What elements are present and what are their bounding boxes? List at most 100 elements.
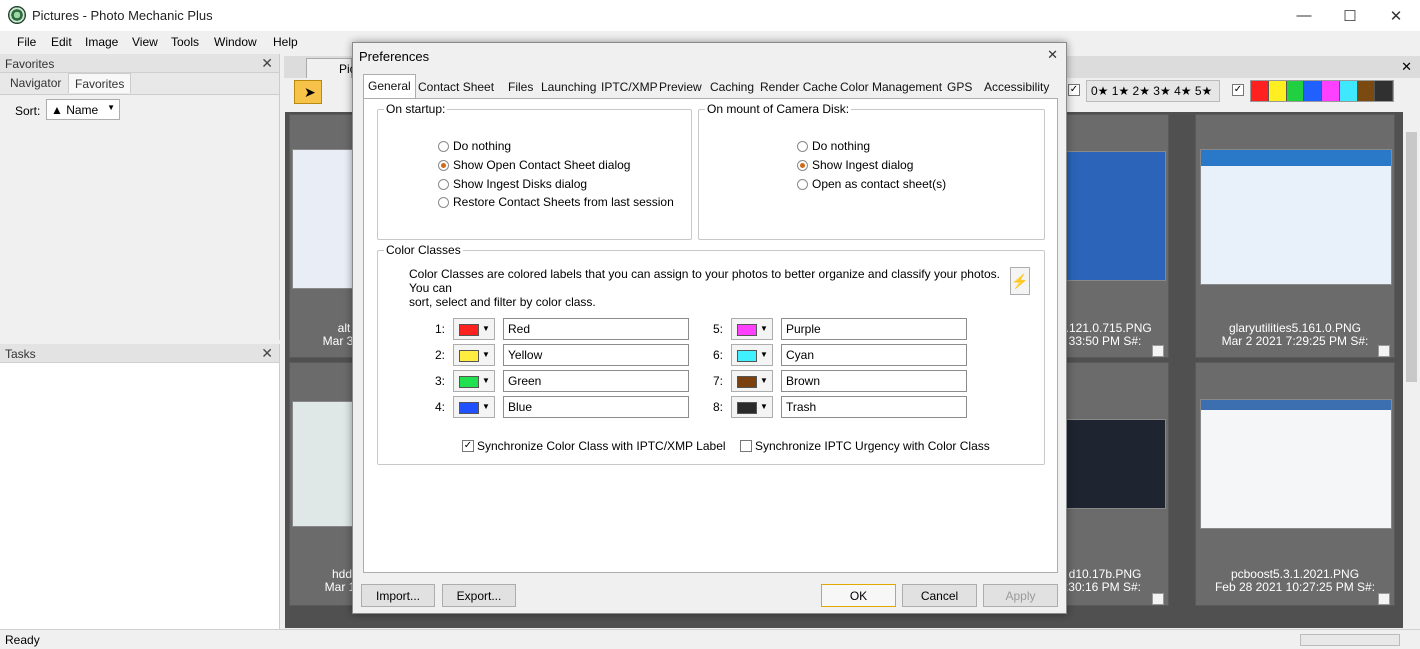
export-button[interactable]: Export...	[442, 584, 516, 607]
color-class-name-input[interactable]: Yellow	[503, 344, 689, 366]
tab-contact-sheet[interactable]: Contact Sheet	[418, 80, 494, 94]
sort-label: Sort:	[15, 104, 41, 118]
color-filter-checkbox[interactable]: ✓	[1232, 84, 1244, 96]
general-tab-pane: On startup: Do nothing Show Open Contact…	[363, 98, 1058, 573]
thumbnail-tag-checkbox[interactable]	[1152, 345, 1164, 357]
thumbnail-image	[1200, 399, 1392, 529]
tab-render-cache[interactable]: Render Cache	[760, 80, 837, 94]
tab-navigator[interactable]: Navigator	[4, 73, 67, 93]
sync-iptc-urgency-checkbox[interactable]: Synchronize IPTC Urgency with Color Clas…	[740, 439, 990, 453]
lightning-icon[interactable]: ⚡	[1010, 267, 1030, 295]
tab-accessibility[interactable]: Accessibility	[984, 80, 1049, 94]
tab-color-management[interactable]: Color Management	[840, 80, 942, 94]
color-class-name-input[interactable]: Cyan	[781, 344, 967, 366]
thumbnail-date: Mar 2 2021 7:29:25 PM S#:	[1221, 334, 1369, 348]
select-tool-button[interactable]: ➤	[294, 80, 322, 104]
thumbnail-cell[interactable]: hdd Mar 1	[289, 362, 359, 606]
ok-button[interactable]: OK	[821, 584, 896, 607]
star-filter-checkbox[interactable]: ✓	[1068, 84, 1080, 96]
color-filter-swatch[interactable]	[1375, 81, 1393, 101]
color-picker-button[interactable]: ▼	[731, 396, 773, 418]
menu-window[interactable]: Window	[214, 35, 257, 49]
star-rating-filter[interactable]: 0★ 1★ 2★ 3★ 4★ 5★	[1086, 80, 1220, 102]
color-picker-button[interactable]: ▼	[453, 370, 495, 392]
thumbnail-tag-checkbox[interactable]	[1378, 345, 1390, 357]
thumbnail-date: 33:50 PM S#:	[1068, 334, 1142, 348]
sort-select[interactable]: ▲ Name ▼	[46, 99, 120, 120]
apply-button[interactable]: Apply	[983, 584, 1058, 607]
startup-do-nothing-radio[interactable]: Do nothing	[438, 139, 511, 153]
mount-do-nothing-radio[interactable]: Do nothing	[797, 139, 870, 153]
sync-iptc-label-checkbox[interactable]: ✓ Synchronize Color Class with IPTC/XMP …	[462, 439, 726, 453]
import-button[interactable]: Import...	[361, 584, 435, 607]
color-filter-swatch[interactable]	[1322, 81, 1340, 101]
tab-preview[interactable]: Preview	[659, 80, 702, 94]
dropdown-arrow-icon: ▼	[760, 324, 768, 333]
color-filter-swatch[interactable]	[1268, 81, 1287, 101]
menu-image[interactable]: Image	[85, 35, 118, 49]
menu-view[interactable]: View	[132, 35, 158, 49]
thumbnail-cell[interactable]: pcboost5.3.1.2021.PNG Feb 28 2021 10:27:…	[1195, 362, 1395, 606]
menu-tools[interactable]: Tools	[171, 35, 199, 49]
color-filter-swatch[interactable]	[1339, 81, 1358, 101]
color-filter-swatch[interactable]	[1286, 81, 1305, 101]
startup-open-contact-sheet-radio[interactable]: Show Open Contact Sheet dialog	[438, 158, 630, 172]
color-class-filter[interactable]	[1250, 80, 1394, 102]
startup-group: On startup: Do nothing Show Open Contact…	[377, 102, 692, 240]
close-icon[interactable]: ✕	[261, 345, 273, 362]
thumbnail-date: Feb 28 2021 10:27:25 PM S#:	[1214, 580, 1376, 594]
tab-iptc-xmp[interactable]: IPTC/XMP	[601, 80, 658, 94]
color-class-row-2: 2: ▼ Yellow	[425, 344, 689, 366]
thumbnail-tag-checkbox[interactable]	[1378, 593, 1390, 605]
maximize-button[interactable]: ☐	[1327, 0, 1373, 31]
color-class-name-input[interactable]: Brown	[781, 370, 967, 392]
color-picker-button[interactable]: ▼	[731, 318, 773, 340]
color-picker-button[interactable]: ▼	[453, 318, 495, 340]
cancel-button[interactable]: Cancel	[902, 584, 977, 607]
close-icon[interactable]: ✕	[1401, 59, 1412, 75]
color-picker-button[interactable]: ▼	[731, 370, 773, 392]
minimize-button[interactable]: —	[1281, 0, 1327, 31]
color-swatch	[459, 402, 479, 414]
color-class-name-input[interactable]: Red	[503, 318, 689, 340]
color-filter-swatch[interactable]	[1251, 81, 1269, 101]
cursor-icon: ➤	[304, 84, 316, 100]
tab-pictures[interactable]: Pic	[306, 58, 356, 78]
color-class-row-3: 3: ▼ Green	[425, 370, 689, 392]
color-picker-button[interactable]: ▼	[453, 344, 495, 366]
mount-open-contact-sheet-radio[interactable]: Open as contact sheet(s)	[797, 177, 946, 191]
color-swatch	[737, 402, 757, 414]
startup-restore-radio[interactable]: Restore Contact Sheets from last session	[438, 195, 674, 209]
thumbnail-tag-checkbox[interactable]	[1152, 593, 1164, 605]
tab-launching[interactable]: Launching	[541, 80, 596, 94]
thumbnail-cell[interactable]: ..121.0.715.PNG 33:50 PM S#:	[1062, 114, 1169, 358]
mount-show-ingest-radio[interactable]: Show Ingest dialog	[797, 158, 913, 172]
color-class-name-input[interactable]: Purple	[781, 318, 967, 340]
menu-help[interactable]: Help	[273, 35, 298, 49]
color-class-name-input[interactable]: Blue	[503, 396, 689, 418]
tab-favorites[interactable]: Favorites	[68, 73, 132, 93]
thumbnail-cell[interactable]: alt Mar 3	[289, 114, 359, 358]
close-icon[interactable]: ✕	[261, 55, 273, 72]
dialog-close-button[interactable]: ✕	[1047, 47, 1058, 63]
tab-gps[interactable]: GPS	[947, 80, 972, 94]
close-button[interactable]: ✕	[1373, 0, 1419, 31]
vertical-scrollbar[interactable]	[1403, 112, 1420, 628]
thumbnail-cell[interactable]: glaryutilities5.161.0.PNG Mar 2 2021 7:2…	[1195, 114, 1395, 358]
color-class-name-input[interactable]: Trash	[781, 396, 967, 418]
color-picker-button[interactable]: ▼	[453, 396, 495, 418]
color-filter-swatch[interactable]	[1357, 81, 1376, 101]
startup-ingest-disks-radio[interactable]: Show Ingest Disks dialog	[438, 177, 587, 191]
tab-general[interactable]: General	[363, 74, 416, 98]
color-picker-button[interactable]: ▼	[731, 344, 773, 366]
menu-file[interactable]: File	[17, 35, 36, 49]
thumbnail-cell[interactable]: d10.17b.PNG :30:16 PM S#:	[1065, 362, 1169, 606]
menu-edit[interactable]: Edit	[51, 35, 72, 49]
dropdown-arrow-icon: ▼	[482, 350, 490, 359]
color-filter-swatch[interactable]	[1304, 81, 1322, 101]
tab-caching[interactable]: Caching	[710, 80, 754, 94]
window-title: Pictures - Photo Mechanic Plus	[32, 8, 213, 23]
tab-files[interactable]: Files	[508, 80, 533, 94]
tasks-header: Tasks ✕	[0, 344, 279, 363]
color-class-name-input[interactable]: Green	[503, 370, 689, 392]
